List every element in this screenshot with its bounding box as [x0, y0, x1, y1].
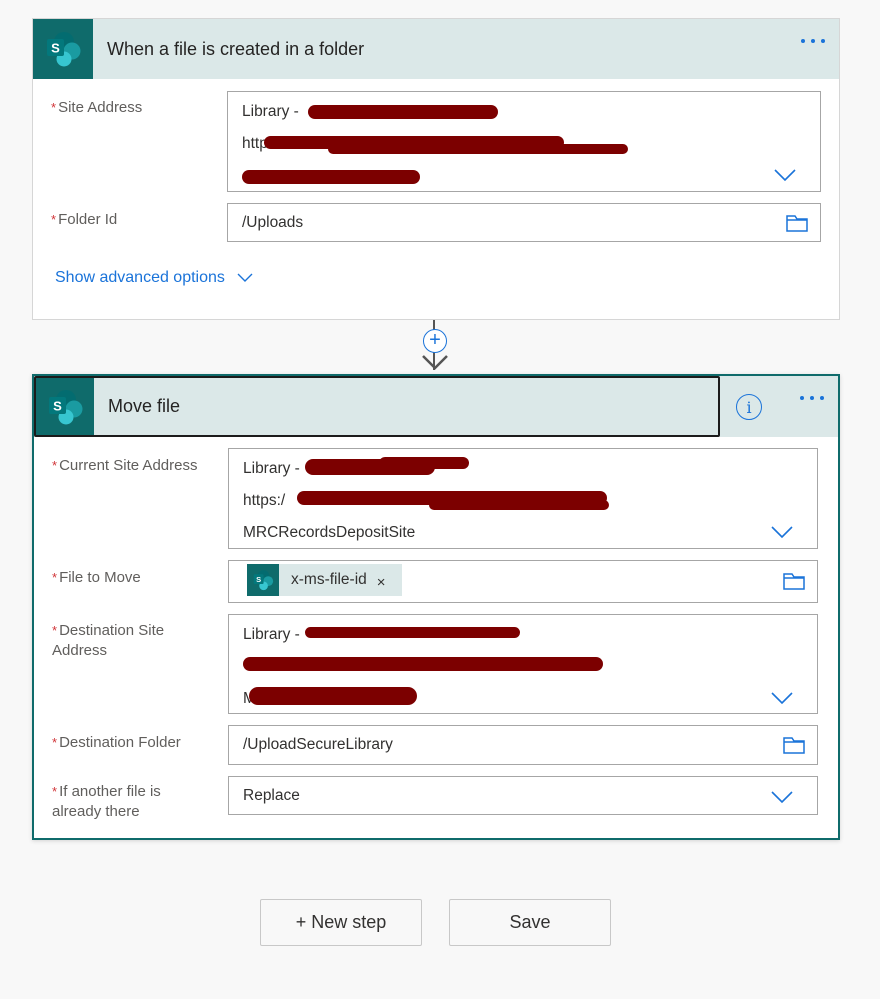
trigger-title: When a file is created in a folder — [107, 38, 365, 59]
dynamic-content-token[interactable]: S x-ms-file-id × — [247, 564, 402, 596]
destination-site-address-label: * Destination Site Address — [52, 621, 212, 661]
folder-icon[interactable] — [786, 214, 808, 232]
label-text: Folder Id — [58, 211, 118, 228]
required-marker: * — [52, 623, 58, 638]
show-advanced-options-link[interactable]: Show advanced options — [55, 269, 253, 287]
required-marker: * — [52, 458, 58, 473]
advanced-options-text: Show advanced options — [55, 269, 225, 286]
file-to-move-input[interactable]: S x-ms-file-id × — [228, 560, 818, 603]
new-step-button[interactable]: + New step — [260, 899, 422, 946]
svg-text:S: S — [256, 575, 261, 584]
destination-folder-label: * Destination Folder — [52, 733, 212, 753]
required-marker: * — [52, 735, 58, 750]
if-exists-value: Replace — [243, 787, 300, 804]
remove-token-icon[interactable]: × — [377, 574, 386, 591]
more-options-icon[interactable] — [801, 39, 825, 43]
save-button[interactable]: Save — [449, 899, 611, 946]
sharepoint-icon: S — [33, 19, 93, 79]
move-file-header: S Move file i — [34, 376, 838, 437]
chevron-down-icon[interactable] — [771, 691, 793, 705]
redaction-mark — [243, 657, 603, 671]
destination-site-line-1: Library - — [243, 626, 300, 643]
label-text: Current Site Address — [59, 457, 198, 474]
label-text: already there — [52, 803, 140, 820]
arrow-down-icon — [422, 355, 448, 370]
svg-text:S: S — [53, 398, 62, 413]
trigger-header[interactable]: S When a file is created in a folder — [33, 19, 839, 79]
chevron-down-icon — [237, 273, 253, 282]
destination-folder-value: /UploadSecureLibrary — [243, 736, 393, 753]
redaction-mark — [249, 687, 417, 705]
required-marker: * — [52, 570, 58, 585]
move-file-title: Move file — [108, 396, 181, 416]
token-label: x-ms-file-id — [291, 571, 367, 588]
folder-id-label: * Folder Id — [51, 210, 211, 230]
site-address-line-1: Library - — [242, 103, 299, 120]
required-marker: * — [51, 212, 57, 227]
label-text: File to Move — [59, 569, 141, 586]
required-marker: * — [52, 784, 58, 799]
sharepoint-icon: S — [247, 564, 279, 596]
insert-step-button[interactable]: + — [423, 329, 447, 353]
chevron-down-icon[interactable] — [771, 525, 793, 539]
label-text: Site Address — [58, 99, 143, 116]
info-icon[interactable]: i — [736, 394, 762, 420]
current-site-line-1: Library - — [243, 460, 300, 477]
trigger-card: S When a file is created in a folder * Si… — [32, 18, 840, 320]
label-text: Destination Site — [59, 622, 165, 639]
redaction-mark — [305, 627, 520, 638]
redaction-mark — [328, 144, 628, 154]
required-marker: * — [51, 100, 57, 115]
folder-icon[interactable] — [783, 736, 805, 754]
more-options-icon[interactable] — [800, 396, 824, 400]
redaction-mark — [429, 500, 609, 510]
redaction-mark — [379, 457, 469, 469]
folder-id-value: /Uploads — [242, 214, 304, 231]
site-address-field[interactable]: Library - http — [227, 91, 821, 192]
current-site-line-2: https:/ — [243, 492, 286, 509]
label-text: Address — [52, 642, 108, 659]
destination-site-address-field[interactable]: Library - M — [228, 614, 818, 714]
label-text: If another file is — [59, 783, 161, 800]
redaction-mark — [242, 170, 420, 184]
sharepoint-icon: S — [36, 378, 94, 435]
site-address-label: * Site Address — [51, 98, 211, 118]
current-site-line-3: MRCRecordsDepositSite — [243, 524, 416, 541]
label-text: Destination Folder — [59, 734, 181, 751]
current-site-address-label: * Current Site Address — [52, 456, 212, 476]
if-exists-label: * If another file is already there — [52, 782, 212, 822]
move-file-card: S Move file i * Current Site Address Libr… — [32, 374, 840, 840]
file-to-move-label: * File to Move — [52, 568, 212, 588]
redaction-mark — [308, 105, 498, 119]
current-site-address-field[interactable]: Library - https:/ MRCRecordsDepositSite — [228, 448, 818, 549]
if-exists-dropdown[interactable]: Replace — [228, 776, 818, 815]
folder-icon[interactable] — [783, 572, 805, 590]
svg-text:S: S — [51, 41, 60, 56]
destination-folder-input[interactable]: /UploadSecureLibrary — [228, 725, 818, 765]
move-file-title-bar[interactable]: S Move file — [34, 376, 720, 437]
folder-id-input[interactable]: /Uploads — [227, 203, 821, 242]
chevron-down-icon[interactable] — [774, 168, 796, 182]
chevron-down-icon[interactable] — [771, 790, 793, 804]
